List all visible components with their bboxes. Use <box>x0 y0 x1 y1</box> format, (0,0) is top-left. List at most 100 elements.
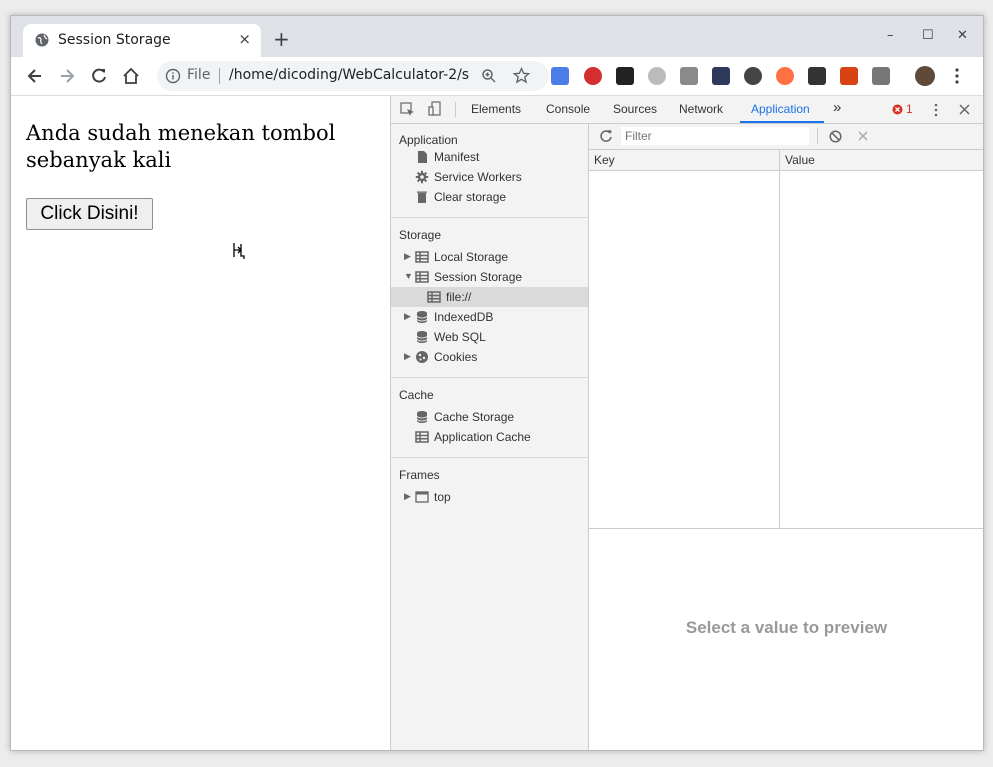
sidebar-item-label: Session Storage <box>434 270 523 284</box>
trash-icon <box>417 191 427 203</box>
sidebar-item-session-storage[interactable]: ▼ Session Storage <box>391 267 588 287</box>
profile-avatar[interactable] <box>915 66 935 86</box>
url-text[interactable]: /home/dicoding/WebCalculator-2/s... <box>229 67 469 83</box>
expand-arrow-icon[interactable]: ▶ <box>404 251 411 262</box>
grid-icon <box>415 271 429 283</box>
home-icon[interactable] <box>121 66 141 86</box>
sidebar-item-clear-storage[interactable]: Clear storage <box>391 187 588 207</box>
address-bar[interactable]: File /home/dicoding/WebCalculator-2/s... <box>157 61 549 91</box>
minimize-button[interactable]: – <box>887 28 894 43</box>
storage-grid-header: Key Value <box>589 150 983 171</box>
sidebar-item-frame-top[interactable]: ▶ top <box>391 487 588 507</box>
expand-arrow-icon[interactable]: ▶ <box>404 491 411 502</box>
close-devtools-icon[interactable] <box>959 104 970 115</box>
database-icon <box>416 311 428 323</box>
forward-icon[interactable] <box>57 66 77 86</box>
delete-selected-icon[interactable] <box>858 131 868 141</box>
sidebar-item-label: top <box>434 490 451 504</box>
clear-all-icon[interactable] <box>829 130 842 143</box>
expand-arrow-icon[interactable]: ▶ <box>404 351 411 362</box>
sidebar-item-web-sql[interactable]: Web SQL <box>391 327 588 347</box>
grid-icon <box>415 251 429 263</box>
sidebar-item-service-workers[interactable]: Service Workers <box>391 167 588 187</box>
section-divider <box>391 217 588 218</box>
tab-strip: Session Storage × + – ☐ ✕ <box>11 16 983 57</box>
maximize-button[interactable]: ☐ <box>922 28 934 43</box>
close-window-button[interactable]: ✕ <box>957 28 968 43</box>
adblock-extension-icon[interactable] <box>584 67 602 85</box>
tab-bar-divider <box>455 102 456 117</box>
tab-network[interactable]: Network <box>679 102 723 116</box>
code-extension-icon[interactable] <box>872 67 890 85</box>
sync-extension-icon[interactable] <box>648 67 666 85</box>
tab-application[interactable]: Application <box>751 102 810 116</box>
image-extension-icon[interactable] <box>680 67 698 85</box>
sidebar-item-cache-storage[interactable]: Cache Storage <box>391 407 588 427</box>
firefox-extension-icon[interactable] <box>776 67 794 85</box>
filter-input[interactable] <box>621 127 809 145</box>
sidebar-item-local-storage[interactable]: ▶ Local Storage <box>391 247 588 267</box>
sidebar-item-label: Web SQL <box>434 330 486 344</box>
more-tabs-button[interactable]: » <box>833 99 841 116</box>
person-extension-icon[interactable] <box>840 67 858 85</box>
reload-icon[interactable] <box>89 66 109 86</box>
cookie-icon <box>416 351 428 363</box>
back-icon[interactable] <box>25 66 45 86</box>
browser-menu-icon[interactable] <box>953 67 961 85</box>
w-extension-icon[interactable] <box>712 67 730 85</box>
devtools-tab-bar: Elements Console Sources Network Applica… <box>391 96 983 124</box>
sidebar-item-label: file:// <box>446 290 472 304</box>
sidebar-item-cookies[interactable]: ▶ Cookies <box>391 347 588 367</box>
click-count-message: Anda sudah menekan tombol sebanyak kali <box>26 121 336 172</box>
zoom-icon[interactable] <box>481 68 497 84</box>
section-divider <box>391 457 588 458</box>
translate-extension-icon[interactable] <box>551 67 569 85</box>
bookmark-star-icon[interactable] <box>513 67 530 84</box>
sidebar-item-label: Service Workers <box>434 170 522 184</box>
database-icon <box>416 331 428 343</box>
sidebar-item-manifest[interactable]: Manifest <box>391 147 588 167</box>
tab-title: Session Storage <box>58 32 171 48</box>
refresh-icon[interactable] <box>599 129 613 143</box>
tab-close-icon[interactable]: × <box>238 30 251 48</box>
grid-icon <box>427 291 441 303</box>
tab-console[interactable]: Console <box>546 102 590 116</box>
active-tab-indicator <box>740 121 824 123</box>
sidebar-item-label: Cache Storage <box>434 410 515 424</box>
preview-divider[interactable] <box>589 528 983 529</box>
error-count[interactable]: 1 <box>906 102 913 116</box>
devtools-menu-icon[interactable] <box>934 103 938 117</box>
tampermonkey-extension-icon[interactable] <box>616 67 634 85</box>
column-divider[interactable] <box>779 150 780 528</box>
picture-in-picture-icon[interactable] <box>808 67 826 85</box>
database-icon <box>416 411 428 423</box>
sidebar-item-file-origin[interactable]: file:// <box>391 287 588 307</box>
application-sidebar: Application Manifest Service Workers Cle… <box>391 124 589 750</box>
expand-arrow-icon[interactable]: ▶ <box>404 311 411 322</box>
collapse-arrow-icon[interactable]: ▼ <box>404 271 413 281</box>
session-storage-view: Key Value Select a value to preview <box>589 124 983 750</box>
section-title-cache: Cache <box>399 388 434 402</box>
sidebar-item-label: Clear storage <box>434 190 507 204</box>
tab-sources[interactable]: Sources <box>613 102 657 116</box>
column-header-value[interactable]: Value <box>785 153 815 167</box>
sidebar-item-label: Cookies <box>434 350 478 364</box>
chat-extension-icon[interactable] <box>744 67 762 85</box>
column-header-key[interactable]: Key <box>594 153 615 167</box>
storage-toolbar <box>589 124 983 150</box>
sidebar-item-application-cache[interactable]: Application Cache <box>391 427 588 447</box>
tab-elements[interactable]: Elements <box>471 102 521 116</box>
browser-tab[interactable]: Session Storage × <box>23 24 261 57</box>
grid-icon <box>415 431 429 443</box>
preview-placeholder: Select a value to preview <box>685 618 888 637</box>
globe-icon <box>35 33 49 47</box>
sidebar-item-indexeddb[interactable]: ▶ IndexedDB <box>391 307 588 327</box>
click-button[interactable]: Click Disini! <box>26 198 153 230</box>
info-icon[interactable] <box>165 68 181 84</box>
device-toolbar-icon[interactable] <box>428 101 442 117</box>
gear-icon <box>415 170 429 184</box>
section-title-application: Application <box>399 133 458 147</box>
inspect-element-icon[interactable] <box>400 102 415 117</box>
new-tab-button[interactable]: + <box>273 29 290 49</box>
page-viewport: Anda sudah menekan tombol sebanyak kali … <box>11 96 390 750</box>
